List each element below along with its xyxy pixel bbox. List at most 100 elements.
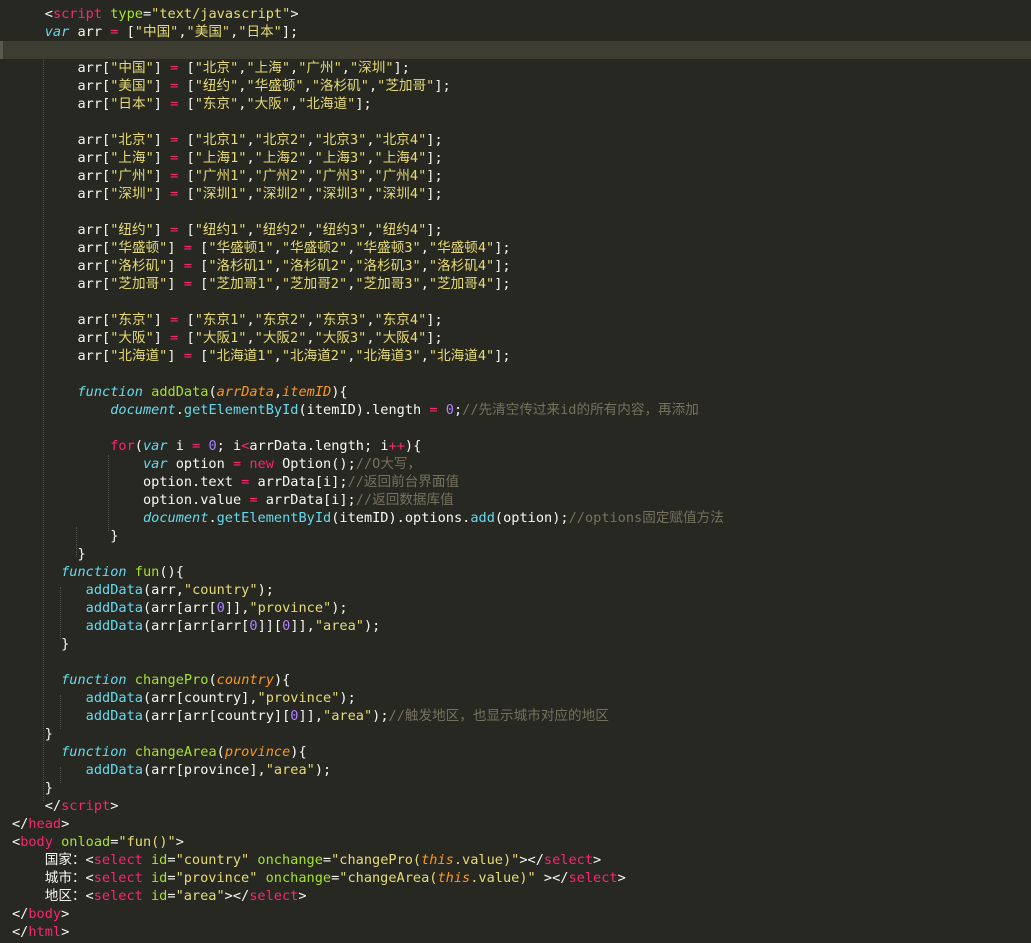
code-token: ];	[494, 258, 511, 274]
code-line[interactable]: function addData(arrData,itemID){	[0, 383, 1031, 401]
code-line[interactable]: option.value = arrData[i];//返回数据库值	[0, 491, 1031, 509]
code-line[interactable]: 国家：<select id="country" onchange="change…	[0, 851, 1031, 869]
code-token: "深圳1"	[194, 186, 247, 202]
code-line[interactable]: document.getElementById(itemID).length =…	[0, 401, 1031, 419]
code-line[interactable]: }	[0, 527, 1031, 545]
code-line[interactable]: function fun(){	[0, 563, 1031, 581]
code-token: ){	[290, 744, 307, 760]
code-line[interactable]: option.text = arrData[i];//返回前台界面值	[0, 473, 1031, 491]
code-token: ,	[290, 96, 299, 112]
code-line[interactable]: arr["东京"] = ["东京1","东京2","东京3","东京4"];	[0, 311, 1031, 329]
code-line[interactable]: <script type="text/javascript">	[0, 5, 1031, 23]
code-line[interactable]: arr["洛杉矶"] = ["洛杉矶1","洛杉矶2","洛杉矶3","洛杉矶4…	[0, 257, 1031, 275]
code-line[interactable]: arr["大阪"] = ["大阪1","大阪2","大阪3","大阪4"];	[0, 329, 1031, 347]
code-token: >	[298, 888, 307, 904]
code-token: "中国"	[110, 60, 154, 76]
code-line[interactable]	[0, 653, 1031, 671]
code-token: ; i	[216, 438, 242, 454]
code-line[interactable]: }	[0, 635, 1031, 653]
code-token: }	[12, 636, 70, 652]
code-line[interactable]: function changeArea(province){	[0, 743, 1031, 761]
code-token: ]	[153, 78, 171, 94]
code-line[interactable]: arr["纽约"] = ["纽约1","纽约2","纽约3","纽约4"];	[0, 221, 1031, 239]
code-token: "纽约2"	[254, 222, 307, 238]
code-token: );	[314, 762, 332, 778]
code-line[interactable]: <body onload="fun()">	[0, 833, 1031, 851]
code-line[interactable]: document.getElementById(itemID).options.…	[0, 509, 1031, 527]
code-line[interactable]: arr["美国"] = ["纽约","华盛顿","洛杉矶","芝加哥"];	[0, 77, 1031, 95]
code-token: .value)"	[453, 852, 520, 868]
code-line[interactable]: }	[0, 545, 1031, 563]
code-token: option.text	[12, 474, 242, 490]
code-line[interactable]: </body>	[0, 905, 1031, 923]
code-line[interactable]: var option = new Option();//O大写，	[0, 455, 1031, 473]
code-line[interactable]: arr["中国"] = ["北京","上海","广州","深圳"];	[0, 59, 1031, 77]
code-line[interactable]: var arr = ["中国","美国","日本"];	[0, 23, 1031, 41]
code-line[interactable]	[0, 293, 1031, 311]
code-token: "上海4"	[374, 150, 427, 166]
code-line[interactable]: arr["芝加哥"] = ["芝加哥1","芝加哥2","芝加哥3","芝加哥4…	[0, 275, 1031, 293]
code-token: );	[257, 582, 274, 598]
code-token: =	[429, 402, 438, 418]
code-line[interactable]	[0, 41, 1031, 59]
code-line[interactable]	[0, 365, 1031, 383]
code-token: "北京3"	[314, 132, 367, 148]
code-line[interactable]: </head>	[0, 815, 1031, 833]
code-token: ];	[494, 276, 511, 292]
code-token: id	[151, 852, 168, 868]
code-line[interactable]: arr["北海道"] = ["北海道1","北海道2","北海道3","北海道4…	[0, 347, 1031, 365]
code-line[interactable]: </html>	[0, 923, 1031, 941]
code-line[interactable]: addData(arr[country],"province");	[0, 689, 1031, 707]
code-line[interactable]: arr["日本"] = ["东京","大阪","北海道"];	[0, 95, 1031, 113]
code-line[interactable]: function changePro(country){	[0, 671, 1031, 689]
code-line[interactable]: arr["北京"] = ["北京1","北京2","北京3","北京4"];	[0, 131, 1031, 149]
code-editor[interactable]: <script type="text/javascript"> var arr …	[0, 0, 1031, 943]
code-token: (	[208, 672, 217, 688]
code-token: ,	[420, 258, 429, 274]
code-line[interactable]: addData(arr[arr[0]],"province");	[0, 599, 1031, 617]
code-token: "华盛顿"	[110, 240, 168, 256]
code-line[interactable]: addData(arr[province],"area");	[0, 761, 1031, 779]
code-token: "北海道4"	[428, 348, 495, 364]
code-line[interactable]: for(var i = 0; i<arrData.length; i++){	[0, 437, 1031, 455]
code-line[interactable]: }	[0, 725, 1031, 743]
code-token: <	[44, 6, 53, 22]
code-line[interactable]: </script>	[0, 797, 1031, 815]
code-line[interactable]	[0, 419, 1031, 437]
code-line[interactable]: 地区：<select id="area"></select>	[0, 887, 1031, 905]
code-token: =	[183, 258, 192, 274]
code-token: addData	[85, 600, 143, 616]
code-token: //先清空传过来id的所有内容，再添加	[462, 402, 699, 418]
code-token: select	[93, 888, 143, 904]
code-line[interactable]: arr["上海"] = ["上海1","上海2","上海3","上海4"];	[0, 149, 1031, 167]
code-line[interactable]: addData(arr[arr[country][0]],"area");//触…	[0, 707, 1031, 725]
code-line[interactable]	[0, 113, 1031, 131]
code-token: ,	[306, 330, 315, 346]
code-token: );	[363, 618, 381, 634]
code-token: >	[175, 834, 184, 850]
code-token: =	[167, 888, 176, 904]
code-token: "changeArea(	[339, 870, 438, 886]
code-line[interactable]: arr["深圳"] = ["深圳1","深圳2","深圳3","深圳4"];	[0, 185, 1031, 203]
code-line[interactable]	[0, 203, 1031, 221]
code-token: this	[421, 852, 454, 868]
code-token: "北海道"	[298, 96, 356, 112]
code-token: type	[110, 6, 143, 22]
code-token: ];	[434, 78, 451, 94]
code-line[interactable]: arr["华盛顿"] = ["华盛顿1","华盛顿2","华盛顿3","华盛顿4…	[0, 239, 1031, 257]
code-line[interactable]: arr["广州"] = ["广州1","广州2","广州3","广州4"];	[0, 167, 1031, 185]
code-line[interactable]: }	[0, 779, 1031, 797]
code-line[interactable]: addData(arr,"country");	[0, 581, 1031, 599]
code-line[interactable]: addData(arr[arr[arr[0]][0]],"area");	[0, 617, 1031, 635]
code-token: function	[61, 744, 127, 760]
code-line[interactable]: 城市：<select id="province" onchange="chang…	[0, 869, 1031, 887]
code-token: "芝加哥3"	[355, 276, 421, 292]
code-token: "纽约3"	[314, 222, 367, 238]
